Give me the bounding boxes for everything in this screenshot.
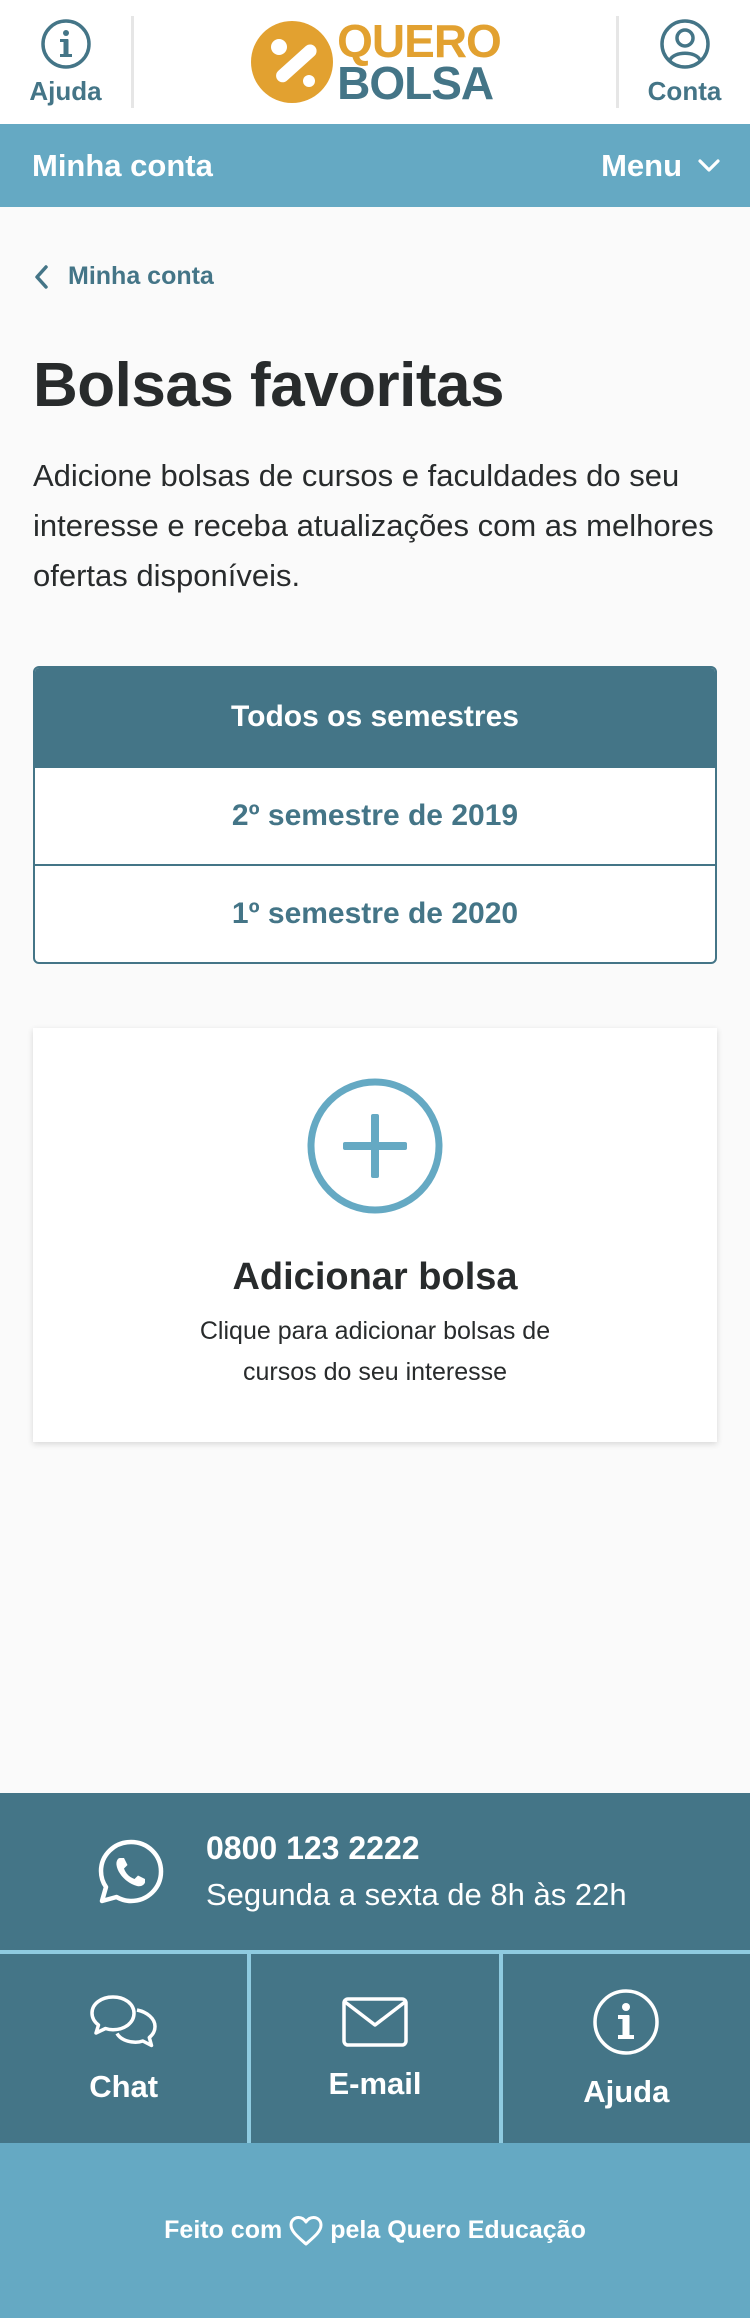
add-card-description: Clique para adicionar bolsas de cursos d… (199, 1317, 551, 1386)
subnav-title: Minha conta (32, 147, 213, 183)
account-link[interactable]: Conta (616, 16, 750, 108)
contact-section: 0800 123 2222 Segunda a sexta de 8h às 2… (0, 1793, 750, 1950)
footer-actions: Chat E-mail Ajuda (0, 1950, 750, 2143)
contact-hours: Segunda a sexta de 8h às 22h (206, 1877, 627, 1912)
add-card-title: Adicionar bolsa (232, 1256, 518, 1298)
top-header: Ajuda QUERO BOLSA Conta (0, 0, 750, 124)
add-scholarship-card[interactable]: Adicionar bolsa Clique para adicionar bo… (33, 1028, 717, 1442)
quero-bolsa-logo[interactable]: QUERO BOLSA (249, 14, 502, 109)
logo-wordmark: QUERO BOLSA (337, 14, 502, 109)
email-button[interactable]: E-mail (247, 1954, 498, 2143)
logo-mark-icon (251, 21, 334, 103)
chevron-down-icon (698, 158, 720, 172)
heart-icon (289, 2215, 323, 2245)
user-icon (659, 18, 710, 69)
semester-option-2019-2[interactable]: 2º semestre de 2019 (35, 766, 715, 864)
chat-button[interactable]: Chat (0, 1954, 247, 2143)
back-link[interactable]: Minha conta (34, 262, 214, 291)
help-label: Ajuda (29, 75, 102, 106)
back-label: Minha conta (68, 262, 214, 290)
chat-icon (89, 1994, 157, 2047)
email-label: E-mail (328, 2065, 422, 2101)
account-subnav: Minha conta Menu (0, 124, 750, 207)
info-icon (40, 18, 91, 69)
logo-area: QUERO BOLSA (134, 0, 616, 124)
made-suffix: pela Quero Educação (330, 2216, 586, 2244)
page-intro: Adicione bolsas de cursos e faculdades d… (33, 458, 714, 593)
semester-filter: Todos os semestres 2º semestre de 2019 1… (33, 666, 717, 964)
help-label-footer: Ajuda (583, 2073, 670, 2109)
whatsapp-icon (98, 1839, 164, 1903)
menu-label: Menu (601, 147, 682, 183)
plus-circle-icon (307, 1078, 443, 1214)
help-link[interactable]: Ajuda (0, 16, 134, 108)
made-with-love: Feito com pela Quero Educação (0, 2143, 750, 2318)
chat-label: Chat (89, 2068, 159, 2104)
help-button[interactable]: Ajuda (498, 1954, 750, 2143)
made-prefix: Feito com (164, 2216, 283, 2244)
email-icon (342, 1996, 408, 2047)
contact-text: 0800 123 2222 Segunda a sexta de 8h às 2… (206, 1830, 627, 1913)
semester-option-all[interactable]: Todos os semestres (35, 668, 715, 766)
contact-phone[interactable]: 0800 123 2222 (206, 1830, 627, 1867)
page-title: Bolsas favoritas (33, 351, 505, 420)
chevron-left-icon (35, 264, 48, 289)
account-label: Conta (647, 75, 722, 106)
semester-option-2020-1[interactable]: 1º semestre de 2020 (35, 864, 715, 962)
info-icon (593, 1988, 660, 2055)
menu-dropdown[interactable]: Menu (601, 148, 720, 184)
